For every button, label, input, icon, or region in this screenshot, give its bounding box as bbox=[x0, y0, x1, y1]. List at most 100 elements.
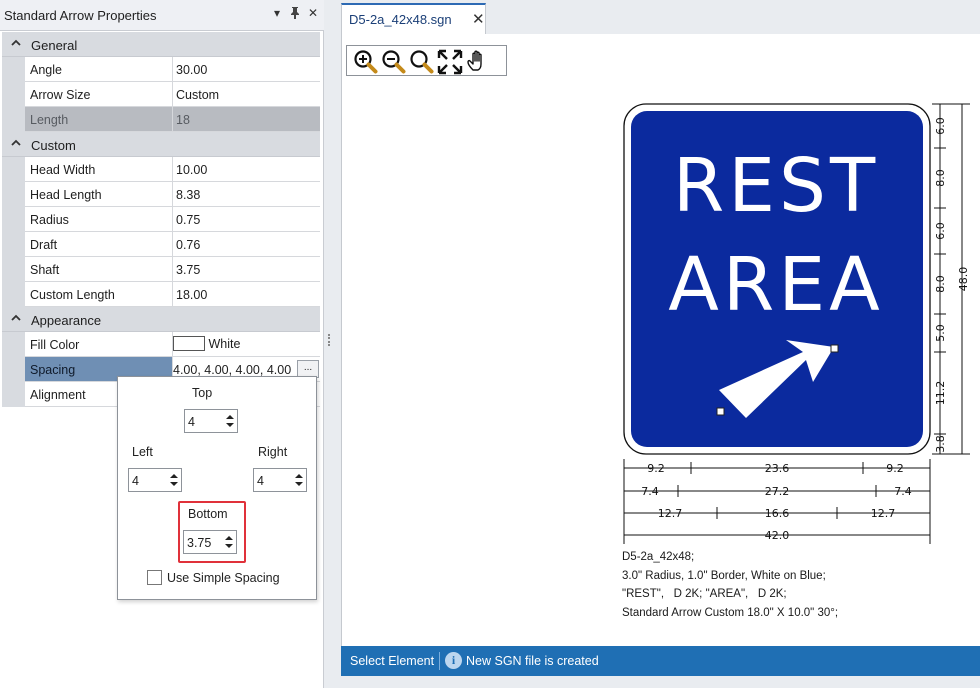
category-label: Custom bbox=[31, 138, 76, 153]
spacing-popup: Top 4 Left 4 Right 4 Bottom 3.75 Use Sim… bbox=[117, 376, 317, 600]
zoom-extents-icon[interactable] bbox=[437, 49, 463, 75]
dim-r2-b: 27.2 bbox=[765, 485, 790, 498]
dim-r3-c: 12.7 bbox=[871, 507, 896, 520]
zoom-in-icon[interactable] bbox=[353, 49, 379, 75]
status-separator bbox=[439, 652, 440, 670]
row-gutter bbox=[2, 332, 25, 357]
dim-total-height: 48.0 bbox=[957, 267, 970, 292]
property-row-length: Length 18 bbox=[2, 107, 320, 132]
arrow-grip-end[interactable] bbox=[830, 344, 839, 353]
row-gutter bbox=[2, 357, 25, 382]
row-gutter bbox=[2, 382, 25, 407]
pane-dropdown-icon[interactable]: ▾ bbox=[270, 6, 284, 22]
property-value[interactable]: 30.00 bbox=[173, 57, 320, 82]
zoom-out-icon[interactable] bbox=[381, 49, 407, 75]
property-name: Custom Length bbox=[25, 282, 173, 307]
sign-drawing[interactable]: REST AREA 6.0 8.0 6.0 8.0 5.0 11.2 3.8 4… bbox=[612, 94, 974, 544]
top-spinner[interactable]: 4 bbox=[184, 409, 238, 433]
row-gutter bbox=[2, 232, 25, 257]
description-line: "REST", D 2K; "AREA", D 2K; bbox=[622, 588, 787, 600]
sign-legend-line1: REST bbox=[673, 143, 879, 229]
dim-r2-a: 7.4 bbox=[641, 485, 659, 498]
bottom-spinner[interactable]: 3.75 bbox=[183, 530, 237, 554]
spinner-arrows-icon[interactable] bbox=[169, 471, 179, 489]
vertical-dimensions: 6.0 8.0 6.0 8.0 5.0 11.2 3.8 48.0 bbox=[932, 103, 970, 455]
property-row-custom-length[interactable]: Custom Length 18.00 bbox=[2, 282, 320, 307]
fill-color-value: White bbox=[208, 337, 241, 351]
pan-hand-icon[interactable] bbox=[465, 49, 491, 75]
property-value[interactable]: Custom bbox=[173, 82, 320, 107]
property-value[interactable]: 3.75 bbox=[173, 257, 320, 282]
row-gutter bbox=[2, 257, 25, 282]
row-gutter bbox=[2, 57, 25, 82]
right-spinner[interactable]: 4 bbox=[253, 468, 307, 492]
property-value[interactable]: 8.38 bbox=[173, 182, 320, 207]
row-gutter bbox=[2, 182, 25, 207]
row-gutter bbox=[2, 157, 25, 182]
category-label: General bbox=[31, 38, 78, 53]
info-icon: i bbox=[445, 652, 462, 669]
spinner-arrows-icon[interactable] bbox=[225, 412, 235, 430]
dim-total-width: 42.0 bbox=[765, 529, 790, 542]
property-row-head-length[interactable]: Head Length 8.38 bbox=[2, 182, 320, 207]
top-value[interactable]: 4 bbox=[188, 415, 195, 429]
property-row-fill-color[interactable]: Fill Color White bbox=[2, 332, 320, 357]
dim-v2: 8.0 bbox=[934, 169, 947, 187]
spinner-arrows-icon[interactable] bbox=[224, 533, 234, 551]
property-value[interactable]: 10.00 bbox=[173, 157, 320, 182]
category-custom[interactable]: Custom bbox=[2, 132, 320, 157]
property-name: Arrow Size bbox=[25, 82, 173, 107]
property-name: Shaft bbox=[25, 257, 173, 282]
property-row-draft[interactable]: Draft 0.76 bbox=[2, 232, 320, 257]
property-row-head-width[interactable]: Head Width 10.00 bbox=[2, 157, 320, 182]
dim-v7: 3.8 bbox=[934, 435, 947, 453]
category-appearance[interactable]: Appearance bbox=[2, 307, 320, 332]
splitter-grip[interactable] bbox=[328, 334, 330, 346]
left-spinner[interactable]: 4 bbox=[128, 468, 182, 492]
property-name: Head Length bbox=[25, 182, 173, 207]
category-general[interactable]: General bbox=[2, 32, 320, 57]
row-gutter bbox=[2, 282, 25, 307]
top-label: Top bbox=[192, 386, 213, 400]
dim-r2-c: 7.4 bbox=[894, 485, 912, 498]
color-swatch[interactable] bbox=[173, 336, 205, 351]
simple-spacing-checkbox[interactable] bbox=[147, 570, 162, 585]
spacing-value[interactable]: 4.00, 4.00, 4.00, 4.00 bbox=[173, 363, 291, 377]
property-value[interactable]: 18.00 bbox=[173, 282, 320, 307]
arrow-grip-start[interactable] bbox=[716, 407, 725, 416]
property-name: Length bbox=[25, 107, 173, 132]
dim-r1-a: 9.2 bbox=[647, 462, 665, 475]
description-line: 3.0" Radius, 1.0" Border, White on Blue; bbox=[622, 569, 826, 582]
simple-spacing-label[interactable]: Use Simple Spacing bbox=[167, 571, 280, 585]
pane-splitter[interactable] bbox=[325, 0, 333, 688]
bottom-value[interactable]: 3.75 bbox=[187, 536, 211, 550]
document-tab[interactable]: D5-2a_42x48.sgn ✕ bbox=[341, 3, 486, 34]
property-value[interactable]: 0.76 bbox=[173, 232, 320, 257]
pin-icon[interactable] bbox=[288, 6, 302, 22]
property-row-arrow-size[interactable]: Arrow Size Custom bbox=[2, 82, 320, 107]
drawing-canvas[interactable]: REST AREA 6.0 8.0 6.0 8.0 5.0 11.2 3.8 4… bbox=[341, 34, 980, 646]
close-pane-icon[interactable]: ✕ bbox=[306, 6, 320, 22]
left-label: Left bbox=[132, 445, 153, 459]
bottom-strip bbox=[333, 676, 980, 688]
property-row-angle[interactable]: Angle 30.00 bbox=[2, 57, 320, 82]
dim-v5: 5.0 bbox=[934, 324, 947, 342]
collapse-chevron-icon[interactable] bbox=[10, 37, 22, 49]
spinner-arrows-icon[interactable] bbox=[294, 471, 304, 489]
right-value[interactable]: 4 bbox=[257, 474, 264, 488]
property-row-radius[interactable]: Radius 0.75 bbox=[2, 207, 320, 232]
collapse-chevron-icon[interactable] bbox=[10, 137, 22, 149]
property-row-shaft[interactable]: Shaft 3.75 bbox=[2, 257, 320, 282]
collapse-chevron-icon[interactable] bbox=[10, 312, 22, 324]
zoom-window-icon[interactable] bbox=[409, 49, 435, 75]
close-tab-icon[interactable]: ✕ bbox=[472, 10, 485, 28]
dim-r1-c: 9.2 bbox=[886, 462, 904, 475]
document-tab-bar: D5-2a_42x48.sgn ✕ bbox=[333, 0, 980, 34]
left-value[interactable]: 4 bbox=[132, 474, 139, 488]
property-value[interactable]: White bbox=[173, 332, 320, 357]
property-value: 18 bbox=[173, 107, 320, 132]
description-line: Standard Arrow Custom 18.0" X 10.0" 30°; bbox=[622, 606, 839, 619]
document-tab-title[interactable]: D5-2a_42x48.sgn bbox=[349, 12, 452, 27]
row-gutter bbox=[2, 82, 25, 107]
property-value[interactable]: 0.75 bbox=[173, 207, 320, 232]
